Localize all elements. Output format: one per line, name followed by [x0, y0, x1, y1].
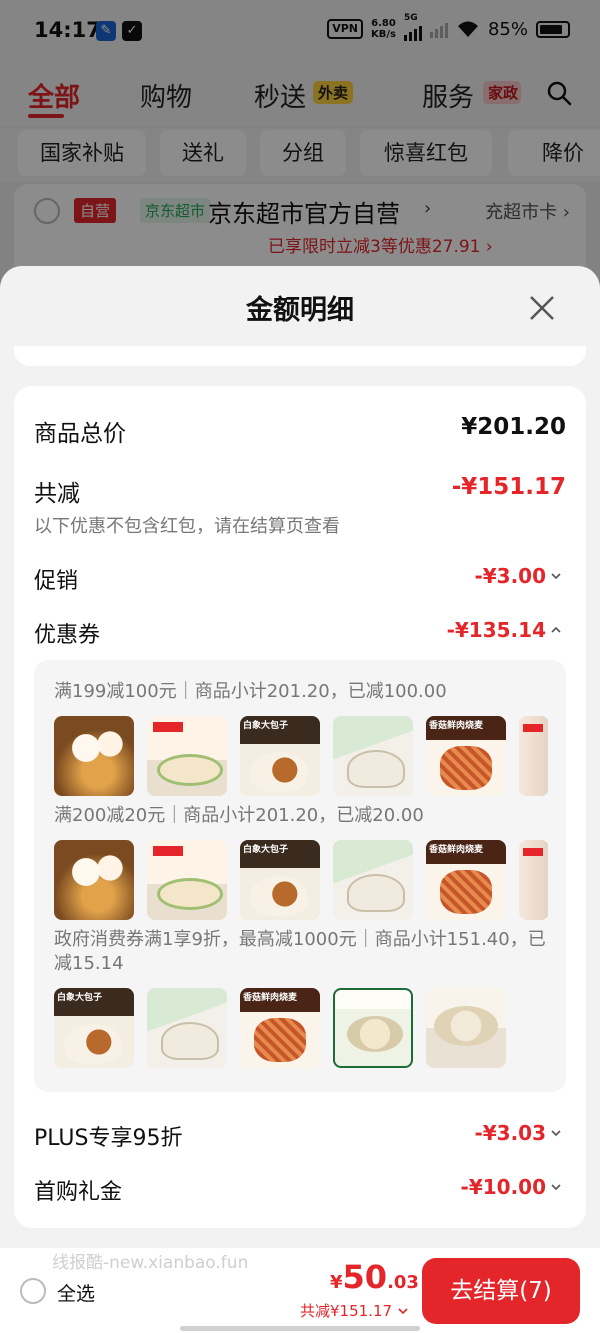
watermark: 线报酷-new.xianbao.fun [52, 1253, 249, 1273]
chevron-up-icon [551, 626, 561, 633]
plus-discount-toggle[interactable]: -¥3.03 [474, 1121, 562, 1145]
first-purchase-label: 首购礼金 [34, 1180, 123, 1205]
promotion-row-toggle[interactable]: -¥3.00 [474, 564, 562, 588]
product-thumb-shaomai[interactable]: 香菇鲜肉烧麦 [426, 840, 506, 920]
first-purchase-toggle[interactable]: -¥10.00 [461, 1175, 562, 1199]
checkout-button[interactable]: 去结算(7) [422, 1258, 580, 1324]
total-price-value: ¥201.20 [461, 414, 566, 440]
product-thumb-partial[interactable] [519, 716, 548, 796]
price-breakdown-card: 商品总价 ¥201.20 共减 -¥151.17 以下优惠不包含红包，请在结算页… [14, 386, 586, 1228]
product-thumb-dumplings[interactable] [333, 716, 413, 796]
home-indicator [180, 1326, 420, 1331]
product-thumb-baixiang-baozi[interactable]: 白象大包子 [240, 840, 320, 920]
total-price-label: 商品总价 [34, 421, 126, 447]
promotion-value: -¥3.00 [474, 564, 546, 588]
total-reduction-label: 共减 [34, 481, 80, 507]
chevron-down-icon [398, 1308, 408, 1315]
coupon-3-products: 白象大包子 香菇鲜肉烧麦 [54, 988, 548, 1068]
product-thumb-ball-dumplings[interactable] [54, 840, 134, 920]
reduction-note: 以下优惠不包含红包，请在结算页查看 [34, 516, 340, 537]
total-payable: ¥50.03 [330, 1258, 419, 1296]
product-thumb-ball-dumplings[interactable] [54, 716, 134, 796]
product-thumb-shaomai[interactable]: 香菇鲜肉烧麦 [240, 988, 320, 1068]
product-thumb-cream-bun[interactable] [147, 840, 227, 920]
plus-discount-label: PLUS专享95折 [34, 1126, 183, 1151]
product-thumb-baixiang-baozi[interactable]: 白象大包子 [240, 716, 320, 796]
product-thumb-baixiang-baozi[interactable]: 白象大包子 [54, 988, 134, 1068]
coupon-value: -¥135.14 [446, 618, 546, 642]
previous-card-edge [14, 346, 586, 366]
select-all-label[interactable]: 全选 [57, 1279, 95, 1306]
checkout-bar: 线报酷-new.xianbao.fun 全选 ¥50.03 共减¥151.17 … [0, 1248, 600, 1333]
amount-detail-sheet: 金额明细 商品总价 ¥201.20 共减 -¥151.17 以下优惠不包含红包，… [0, 266, 600, 1333]
coupon-detail-box: 满199减100元｜商品小计201.20，已减100.00 白象大包子 香菇鲜肉… [34, 660, 566, 1092]
coupon-row-toggle[interactable]: -¥135.14 [447, 618, 562, 642]
product-thumb-shaomai[interactable]: 香菇鲜肉烧麦 [426, 716, 506, 796]
coupon-rule-3: 政府消费券满1享9折，最高减1000元｜商品小计151.40，已减15.14 [54, 929, 546, 974]
chevron-down-icon [551, 573, 561, 580]
product-thumb-partial[interactable] [519, 840, 548, 920]
coupon-label: 优惠券 [34, 623, 101, 648]
product-thumb-dumplings[interactable] [333, 840, 413, 920]
product-thumb-green-dumplings[interactable] [333, 988, 413, 1068]
product-thumb-plate-dumplings[interactable] [426, 988, 506, 1068]
chevron-down-icon [551, 1130, 561, 1137]
product-thumb-dumplings[interactable] [147, 988, 227, 1068]
coupon-rule-1: 满199减100元｜商品小计201.20，已减100.00 [54, 681, 447, 702]
select-all-radio[interactable] [20, 1278, 46, 1304]
coupon-1-products: 白象大包子 香菇鲜肉烧麦 [54, 716, 548, 796]
product-thumb-cream-bun[interactable] [147, 716, 227, 796]
total-saved-toggle[interactable]: 共减¥151.17 [300, 1300, 409, 1321]
chevron-down-icon [551, 1184, 561, 1191]
coupon-rule-2: 满200减20元｜商品小计201.20，已减20.00 [54, 805, 424, 826]
close-icon[interactable] [528, 294, 556, 322]
plus-discount-value: -¥3.03 [474, 1121, 546, 1145]
sheet-title: 金额明细 [246, 295, 354, 326]
coupon-2-products: 白象大包子 香菇鲜肉烧麦 [54, 840, 548, 920]
total-reduction-value: -¥151.17 [451, 474, 566, 500]
promotion-label: 促销 [34, 569, 79, 594]
first-purchase-value: -¥10.00 [460, 1175, 546, 1199]
